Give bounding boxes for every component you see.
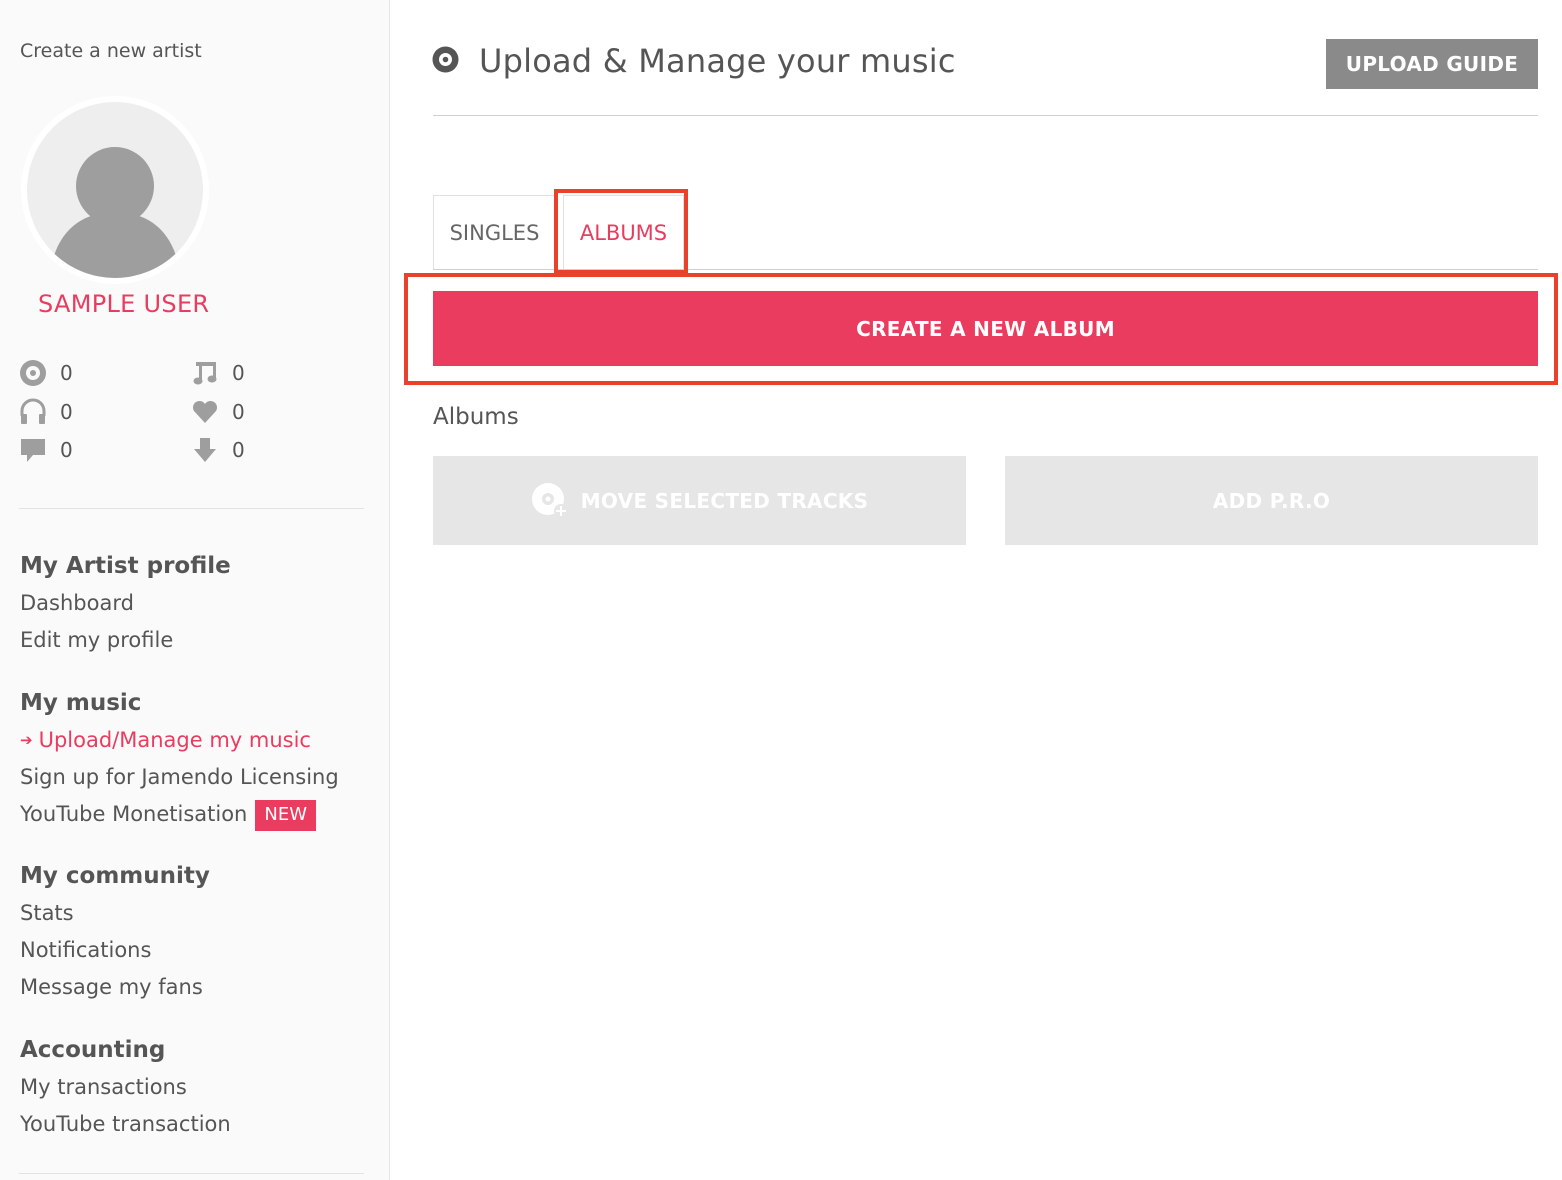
avatar[interactable] — [21, 96, 209, 284]
nav-heading: Accounting — [20, 1037, 166, 1063]
music-note-icon — [190, 358, 220, 388]
sidebar-divider — [19, 1173, 364, 1174]
stat-value: 0 — [232, 361, 245, 385]
tab-singles[interactable]: SINGLES — [433, 195, 556, 270]
arrow-right-icon: ➔ — [20, 731, 33, 749]
headphones-icon — [18, 397, 48, 427]
sidebar-item-dashboard[interactable]: Dashboard — [20, 585, 231, 622]
disc-add-icon — [531, 482, 569, 519]
upload-guide-button[interactable]: UPLOAD GUIDE — [1326, 39, 1538, 89]
user-name[interactable]: SAMPLE USER — [38, 290, 209, 318]
stat-listens: 0 — [18, 397, 73, 427]
nav-section-accounting: Accounting My transactions YouTube trans… — [20, 1031, 231, 1143]
comment-icon — [18, 435, 48, 465]
new-badge: NEW — [255, 800, 317, 831]
stat-value: 0 — [60, 400, 73, 424]
stat-value: 0 — [232, 400, 245, 424]
page-title: Upload & Manage your music — [479, 42, 956, 80]
nav-heading: My Artist profile — [20, 553, 231, 579]
sidebar-item-label: YouTube Monetisation — [20, 802, 248, 826]
stat-comments: 0 — [18, 435, 73, 465]
sidebar-item-my-transactions[interactable]: My transactions — [20, 1069, 231, 1106]
sidebar-item-notifications[interactable]: Notifications — [20, 932, 210, 969]
sidebar-item-licensing[interactable]: Sign up for Jamendo Licensing — [20, 759, 339, 796]
sidebar-item-youtube-transaction[interactable]: YouTube transaction — [20, 1106, 231, 1143]
disc-icon — [432, 46, 459, 77]
sidebar-item-upload-manage[interactable]: ➔ Upload/Manage my music — [20, 722, 339, 759]
disc-icon — [18, 358, 48, 388]
tabs-divider — [433, 269, 1538, 270]
stat-value: 0 — [60, 361, 73, 385]
header-divider — [433, 115, 1538, 116]
albums-section-label: Albums — [433, 404, 519, 430]
download-icon — [190, 435, 220, 465]
sidebar-item-label: Upload/Manage my music — [38, 728, 311, 752]
nav-heading: My music — [20, 690, 142, 716]
nav-section-my-community: My community Stats Notifications Message… — [20, 857, 210, 1006]
sidebar-item-edit-profile[interactable]: Edit my profile — [20, 622, 231, 659]
sidebar-item-youtube-monetisation[interactable]: YouTube Monetisation NEW — [20, 796, 339, 833]
heart-icon — [190, 397, 220, 427]
tab-albums[interactable]: ALBUMS — [563, 195, 684, 270]
create-new-artist-link[interactable]: Create a new artist — [20, 40, 202, 62]
nav-heading: My community — [20, 863, 210, 889]
move-selected-tracks-button[interactable]: MOVE SELECTED TRACKS — [433, 456, 966, 545]
default-user-icon — [27, 102, 203, 278]
stat-value: 0 — [60, 438, 73, 462]
stat-downloads: 0 — [190, 435, 245, 465]
nav-section-my-music: My music ➔ Upload/Manage my music Sign up… — [20, 684, 339, 833]
add-pro-button[interactable]: ADD P.R.O — [1005, 456, 1538, 545]
sidebar-item-stats[interactable]: Stats — [20, 895, 210, 932]
sidebar-divider — [19, 508, 364, 509]
create-album-button[interactable]: CREATE A NEW ALBUM — [433, 291, 1538, 366]
nav-section-artist-profile: My Artist profile Dashboard Edit my prof… — [20, 547, 231, 659]
page-header: Upload & Manage your music — [432, 42, 956, 80]
sidebar: Create a new artist SAMPLE USER 0 0 0 0 … — [0, 0, 390, 1180]
sidebar-item-message-fans[interactable]: Message my fans — [20, 969, 210, 1006]
stat-favorites: 0 — [190, 397, 245, 427]
button-label: MOVE SELECTED TRACKS — [580, 488, 869, 513]
stat-albums: 0 — [18, 358, 73, 388]
stat-value: 0 — [232, 438, 245, 462]
stat-tracks: 0 — [190, 358, 245, 388]
